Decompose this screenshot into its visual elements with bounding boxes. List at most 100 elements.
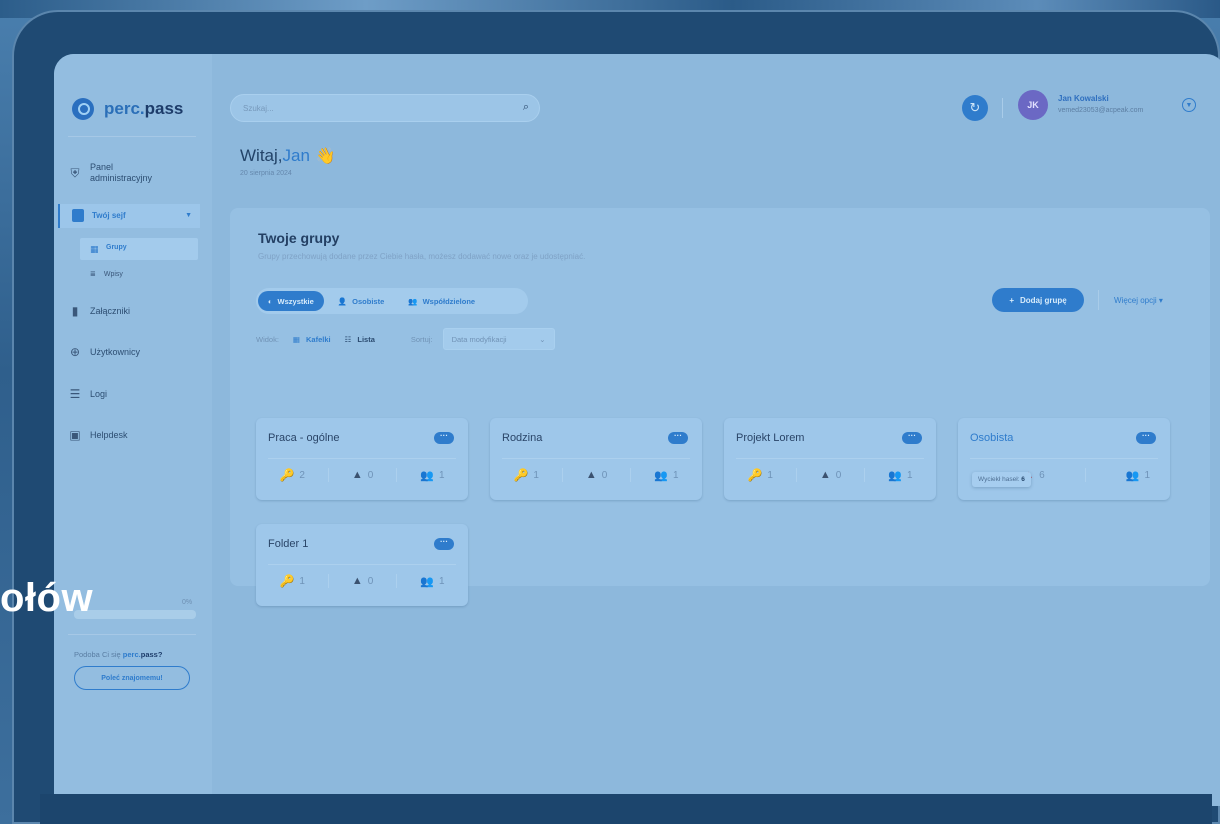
grid-icon: ▦ <box>90 244 99 254</box>
promo-text: Podoba Ci się perc.pass? <box>74 650 163 659</box>
group-card-title: Folder 1 <box>268 538 309 550</box>
tab-personal[interactable]: 👤 Osobiste <box>328 291 394 311</box>
sidebar-item-attachments[interactable]: ▮ Załączniki <box>68 304 130 318</box>
card-menu-button[interactable]: ··· <box>1136 432 1156 444</box>
caret-down-icon: ▾ <box>1158 296 1163 305</box>
users-icon: 👥 <box>420 575 434 588</box>
users-icon: 👥 <box>888 469 902 482</box>
warning-icon: ▲ <box>351 469 363 481</box>
group-card-title: Praca - ogólne <box>268 432 340 444</box>
group-card[interactable]: Praca - ogólne ··· 🔑 2 ▲ 0 👥 1 <box>256 418 468 500</box>
sidebar-item-label: Helpdesk <box>90 430 128 440</box>
tab-shared[interactable]: 👥 Współdzielone <box>398 291 485 311</box>
view-label: Widok: <box>256 334 279 344</box>
card-menu-button[interactable]: ··· <box>434 538 454 550</box>
users-icon: 👥 <box>408 296 418 306</box>
group-card[interactable]: Osobista ··· ▲6 👥1 Wyciekł haseł: 6 <box>958 418 1170 500</box>
card-menu-button[interactable]: ··· <box>902 432 922 444</box>
sidebar-subitem-label: Wpisy <box>103 270 123 278</box>
logo[interactable]: perc.pass <box>72 98 183 120</box>
section-title: Twoje grupy <box>258 230 340 246</box>
sort-select[interactable]: Data modyfikacji ⌄ <box>442 328 555 350</box>
sort-label: Sortuj: <box>410 334 433 344</box>
more-options-button[interactable]: Więcej opcji ▾ <box>1114 296 1163 305</box>
key-icon: 🔑 <box>513 468 529 482</box>
search-icon[interactable]: ⌕ <box>523 101 529 114</box>
search-input[interactable]: Szukaj... ⌕ <box>230 94 540 122</box>
globe-icon: ⊕ <box>69 345 81 359</box>
lock-icon <box>72 209 84 222</box>
sidebar-item-helpdesk[interactable]: ▣ Helpdesk <box>68 428 128 442</box>
chat-icon: ▣ <box>69 428 81 442</box>
section-description: Grupy przechowują dodane przez Ciebie ha… <box>258 252 586 261</box>
groups-panel: Twoje grupy Grupy przechowują dodane prz… <box>230 208 1210 606</box>
sidebar-item-logs[interactable]: ☰ Logi <box>68 387 107 401</box>
options-divider <box>1098 290 1099 310</box>
group-card-title: Osobista <box>970 432 1014 444</box>
app-screen: perc.pass ⛨ Panel administracyjny Twój s… <box>54 54 1220 806</box>
grid-icon: ▦ <box>292 334 301 344</box>
shield-gear-icon: ⛨ <box>70 165 80 180</box>
group-card[interactable]: Projekt Lorem ··· 🔑 1 ▲ 0 👥 1 <box>724 418 936 500</box>
header-divider <box>1002 98 1003 118</box>
sidebar-item-label: Załączniki <box>90 306 131 316</box>
warning-icon: ▲ <box>585 469 597 481</box>
sidebar-item-label: Użytkownicy <box>90 347 141 357</box>
group-filter-tabs: ◐ Wszystkie 👤 Osobiste 👥 Współdzielone <box>256 288 528 314</box>
sidebar-item-label: Panel administracyjny <box>90 162 153 183</box>
sidebar-item-users[interactable]: ⊕ Użytkownicy <box>68 345 140 359</box>
sidebar-subitem-groups[interactable]: ▦ Grupy <box>80 238 198 260</box>
tab-all[interactable]: ◐ Wszystkie <box>258 291 324 311</box>
group-card[interactable]: Rodzina ··· 🔑 1 ▲ 0 👥 1 <box>490 418 702 500</box>
users-icon: 👥 <box>654 469 668 482</box>
card-menu-button[interactable]: ··· <box>668 432 688 444</box>
view-controls: Widok: ▦ Kafelki ☷ Lista Sortuj: Data mody… <box>256 328 555 350</box>
user-menu-button[interactable]: ▼ <box>1182 98 1196 112</box>
chevron-down-icon: ⌄ <box>539 334 546 344</box>
user-name[interactable]: Jan Kowalski <box>1058 94 1109 103</box>
sidebar-item-admin-panel[interactable]: ⛨ Panel administracyjny <box>68 162 170 184</box>
overlay-headline: ołów <box>0 576 94 620</box>
page-title: Witaj,Jan 👋 <box>240 146 336 165</box>
avatar[interactable]: JK <box>1018 90 1048 120</box>
refresh-icon: ↻ <box>969 100 981 115</box>
chevron-down-icon: ▼ <box>1185 101 1193 109</box>
warning-icon: ▲ <box>351 575 363 587</box>
chevron-down-icon: ▼ <box>185 212 192 219</box>
leaked-passwords-tooltip: Wyciekł haseł: 6 <box>972 472 1031 487</box>
card-menu-button[interactable]: ··· <box>434 432 454 444</box>
key-icon: 🔑 <box>747 468 763 482</box>
group-card-title: Projekt Lorem <box>736 432 805 444</box>
divider <box>68 634 196 635</box>
sidebar-subitem-entries[interactable]: ≣ Wpisy <box>90 270 123 279</box>
list-icon: ≣ <box>90 271 96 278</box>
greeting-date: 20 sierpnia 2024 <box>240 170 292 177</box>
storage-percent: 0% <box>182 599 193 606</box>
users-icon: 👥 <box>1125 469 1140 482</box>
group-card[interactable]: Folder 1 ··· 🔑 1 ▲ 0 👥 1 <box>256 524 468 606</box>
logo-icon <box>72 98 94 120</box>
filter-lines-icon: ☰ <box>69 387 81 401</box>
sidebar: perc.pass ⛨ Panel administracyjny Twój s… <box>54 54 212 806</box>
sidebar-item-label: Logi <box>90 389 108 399</box>
search-placeholder: Szukaj... <box>243 104 274 113</box>
view-tiles-button[interactable]: ▦ Kafelki <box>293 335 331 344</box>
divider <box>68 136 196 137</box>
logo-text: perc.pass <box>104 99 184 118</box>
key-icon: 🔑 <box>279 574 295 588</box>
view-list-button[interactable]: ☷ Lista <box>345 335 375 344</box>
wave-icon: 👋 <box>315 148 336 165</box>
add-group-button[interactable]: + Dodaj grupę <box>992 288 1084 312</box>
users-icon: 👥 <box>420 469 434 482</box>
user-icon: 👤 <box>337 296 348 306</box>
user-email: vemed23053@acpeak.com <box>1058 107 1144 114</box>
sidebar-item-label: Twój sejf <box>92 211 126 220</box>
laptop-bottom <box>40 794 1212 824</box>
laptop-frame: perc.pass ⛨ Panel administracyjny Twój s… <box>12 10 1220 824</box>
refer-friend-button[interactable]: Poleć znajomemu! <box>74 666 190 690</box>
refresh-button[interactable]: ↻ <box>962 95 988 121</box>
all-icon: ◐ <box>268 296 273 306</box>
sidebar-item-vault[interactable]: Twój sejf ▼ <box>58 204 200 228</box>
warning-icon: ▲ <box>819 469 831 481</box>
plus-icon: + <box>1009 295 1014 305</box>
